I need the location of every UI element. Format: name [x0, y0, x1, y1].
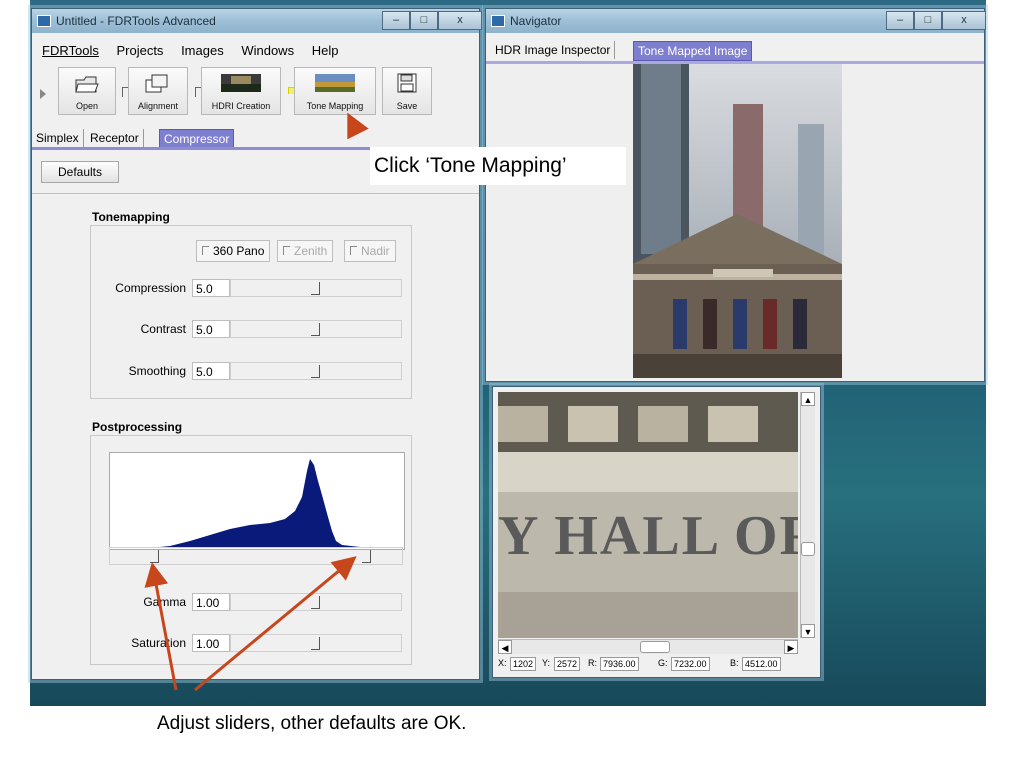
arrow-to-tone-mapping [347, 112, 369, 140]
annotation-arrows [144, 112, 369, 692]
arrow-to-white-point [194, 556, 357, 692]
arrow-to-black-point [144, 562, 178, 691]
